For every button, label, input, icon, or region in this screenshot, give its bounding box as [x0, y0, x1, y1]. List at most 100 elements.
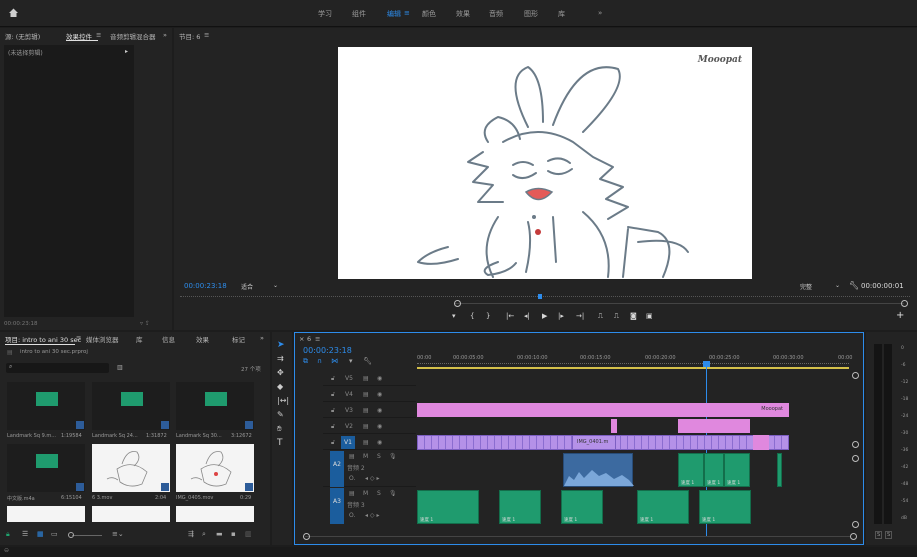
find-icon[interactable]: ⌕: [202, 530, 206, 539]
voice-over-icon[interactable]: 🎙︎: [389, 453, 397, 460]
tab-edit-menu-icon[interactable]: ≡: [404, 9, 410, 17]
sync-lock-icon[interactable]: ▤: [363, 439, 369, 446]
volume-icon[interactable]: O.: [349, 475, 355, 482]
track-a3-header[interactable]: 🔓︎ A3 ▤ M S 🎙︎ 音频 3 O. ◂ ◇ ▸: [323, 488, 416, 524]
tab-info[interactable]: 信息: [162, 334, 175, 346]
keyframe-nav-icon[interactable]: ◂ ◇ ▸: [365, 475, 379, 482]
program-menu-icon[interactable]: ≡: [204, 31, 209, 43]
quality-dropdown[interactable]: 完整: [800, 282, 812, 291]
tab-audio-clip-mixer[interactable]: 音频剪辑混合器: [110, 31, 156, 43]
source-more-icon[interactable]: »: [163, 31, 167, 43]
track-v5-header[interactable]: 🔓︎ V5 ▤ ◉: [323, 371, 416, 386]
project-item-audio-1[interactable]: [7, 382, 85, 430]
timeline-playhead-handle[interactable]: [703, 361, 710, 367]
settings-wrench-icon[interactable]: 🔧︎: [849, 281, 859, 290]
step-back-icon[interactable]: ◂|: [524, 312, 530, 320]
audio-clip-a2-3[interactable]: 速度 1: [724, 453, 750, 487]
add-marker-icon[interactable]: ▾: [452, 312, 456, 320]
zoom-slider[interactable]: [72, 535, 102, 536]
linked-selection-icon[interactable]: ⋈: [331, 357, 338, 365]
eye-icon[interactable]: ◉: [377, 423, 382, 430]
sync-lock-icon[interactable]: ▤: [363, 423, 369, 430]
audio-clip-a3-4[interactable]: 速度 1: [637, 490, 689, 524]
track-a2-header[interactable]: 🔓︎ A2 ▤ M S 🎙︎ 音频 2 O. ◂ ◇ ▸: [323, 451, 416, 487]
pen-tool-icon[interactable]: ✎: [277, 410, 284, 419]
clip-pink-v1[interactable]: [753, 435, 769, 450]
icon-view-icon[interactable]: ▦: [37, 530, 44, 538]
add-marker-icon[interactable]: ▾: [349, 357, 353, 365]
project-search-input[interactable]: ⌕: [6, 363, 109, 373]
tab-project-menu-icon[interactable]: ≡: [76, 334, 81, 346]
timeline-hscrollbar[interactable]: [305, 536, 850, 537]
home-icon[interactable]: [8, 7, 19, 18]
filter-icon[interactable]: ▿ ⇪: [140, 320, 150, 327]
sync-lock-icon[interactable]: ▤: [363, 391, 369, 398]
tab-color[interactable]: 颜色: [422, 9, 436, 19]
hscroll-start-handle[interactable]: [303, 533, 310, 540]
tab-graphics[interactable]: 图形: [524, 9, 538, 19]
fit-dropdown[interactable]: 适合: [241, 282, 253, 291]
lock-icon[interactable]: 🔓︎: [331, 423, 335, 431]
tab-effect-controls-menu-icon[interactable]: ≡: [96, 31, 101, 43]
type-tool-icon[interactable]: T: [277, 438, 283, 448]
tab-markers[interactable]: 标记: [232, 334, 245, 346]
audio-clip-a2-small[interactable]: [777, 453, 782, 487]
project-item-audio-4[interactable]: [7, 444, 85, 492]
new-item-icon[interactable]: ▪: [231, 530, 236, 538]
tab-library[interactable]: 库: [136, 334, 143, 346]
tab-audio[interactable]: 音频: [489, 9, 503, 19]
scroll-end-handle[interactable]: [901, 300, 908, 307]
program-timecode[interactable]: 00:00:23:18: [184, 282, 227, 290]
tab-effects[interactable]: 效果: [456, 9, 470, 19]
go-to-out-icon[interactable]: →|: [576, 312, 584, 320]
tab-media-browser[interactable]: 媒体浏览器: [86, 334, 119, 346]
source-patch-a3[interactable]: [330, 488, 344, 524]
sync-lock-icon[interactable]: ▤: [363, 407, 369, 414]
clip-pink-v2[interactable]: [678, 419, 750, 433]
keyframe-nav-icon[interactable]: ◂ ◇ ▸: [365, 512, 379, 519]
add-button-icon[interactable]: +: [896, 310, 904, 321]
track-v4-header[interactable]: 🔓︎ V4 ▤ ◉: [323, 387, 416, 402]
audio-clip-a3-2[interactable]: 速度 1: [499, 490, 541, 524]
project-item-audio-2[interactable]: [92, 382, 170, 430]
step-forward-icon[interactable]: |▸: [558, 312, 564, 320]
lock-icon[interactable]: 🔓︎: [331, 375, 335, 383]
project-item-video-4[interactable]: [92, 506, 170, 522]
lock-icon[interactable]: 🔒︎: [6, 530, 10, 539]
razor-tool-icon[interactable]: ◆: [277, 382, 283, 391]
audio-scroll-handle[interactable]: [852, 455, 859, 462]
lock-icon[interactable]: 🔓︎: [331, 407, 335, 415]
work-area-bar[interactable]: [417, 367, 849, 369]
eye-icon[interactable]: ◉: [377, 375, 382, 382]
audio-clip-a3-1[interactable]: 速度 1: [417, 490, 479, 524]
timeline-settings-icon[interactable]: 🔧︎: [363, 357, 372, 365]
tab-source[interactable]: 源: (无剪辑): [5, 31, 40, 43]
mark-out-icon[interactable]: }: [486, 312, 490, 320]
project-item-video-1[interactable]: [92, 444, 170, 492]
hand-tool-icon[interactable]: ✋︎: [277, 424, 282, 434]
track-v3-header[interactable]: 🔓︎ V3 ▤ ◉: [323, 403, 416, 418]
hscroll-end-handle[interactable]: [850, 533, 857, 540]
zoom-slider-handle[interactable]: [68, 532, 74, 538]
voice-over-icon[interactable]: 🎙︎: [389, 490, 397, 497]
video-scroll-handle[interactable]: [852, 372, 859, 379]
audio-clip-a3-5[interactable]: 速度 1: [699, 490, 751, 524]
freeform-view-icon[interactable]: ▭: [51, 530, 58, 538]
go-to-in-icon[interactable]: |←: [506, 312, 514, 320]
lock-icon[interactable]: 🔓︎: [331, 391, 335, 399]
program-scrollbar[interactable]: [454, 303, 904, 304]
export-frame-icon[interactable]: ◙: [630, 312, 637, 320]
collapse-arrow-icon[interactable]: ▸: [125, 48, 128, 55]
slip-tool-icon[interactable]: |↔|: [277, 396, 289, 405]
eye-icon[interactable]: ◉: [377, 407, 382, 414]
new-bin-icon[interactable]: ▬: [216, 530, 223, 538]
sync-lock-icon[interactable]: ▤: [363, 375, 369, 382]
extract-icon[interactable]: ⎍: [614, 312, 619, 321]
video-scroll-handle-bottom[interactable]: [852, 441, 859, 448]
solo-right-button[interactable]: S: [885, 531, 893, 539]
project-item-video-2[interactable]: [176, 444, 254, 492]
project-item-audio-3[interactable]: [176, 382, 254, 430]
mute-button[interactable]: M: [363, 490, 368, 497]
lock-icon[interactable]: 🔓︎: [331, 439, 335, 447]
audio-clip-a3-3[interactable]: 速度 1: [561, 490, 603, 524]
